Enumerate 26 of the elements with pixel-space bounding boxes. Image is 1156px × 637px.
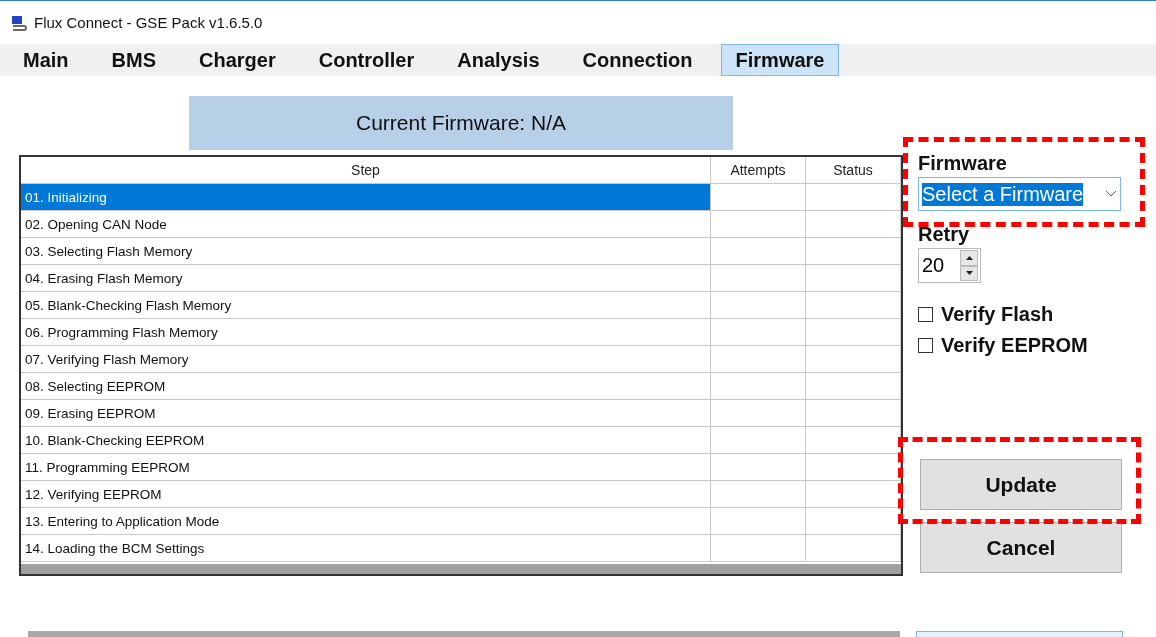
table-cell[interactable]: 01. Initializing — [21, 184, 711, 210]
tab[interactable]: BMS — [96, 44, 171, 76]
tab[interactable]: Analysis — [442, 44, 555, 76]
chevron-down-icon — [1105, 190, 1117, 198]
tab[interactable]: Controller — [303, 44, 430, 76]
action-button[interactable]: Cancel — [920, 522, 1122, 573]
column-header: Attempts — [711, 157, 806, 183]
retry-spinner[interactable]: 20 — [918, 248, 981, 283]
firmware-label: Firmware — [918, 152, 1008, 175]
scroll-bar[interactable] — [21, 564, 901, 574]
firmware-dropdown[interactable]: Select a Firmware — [918, 177, 1121, 211]
column-header: Step — [21, 157, 711, 183]
tab[interactable]: Firmware — [720, 44, 840, 76]
verify-checkbox[interactable]: Verify EEPROM — [918, 330, 1123, 361]
action-button[interactable]: Update — [920, 459, 1122, 510]
column-header: Status — [806, 157, 901, 183]
tab[interactable]: Main — [8, 44, 84, 76]
down-arrow-icon[interactable] — [965, 271, 973, 276]
app-icon — [10, 13, 28, 32]
up-arrow-icon[interactable] — [965, 255, 973, 260]
verify-checkbox[interactable]: Verify Flash — [918, 299, 1123, 330]
current-firmware-banner: Current Firmware: N/A — [189, 96, 733, 150]
tab[interactable]: Charger — [184, 44, 291, 76]
retry-label: Retry — [918, 223, 971, 246]
tab[interactable]: Connection — [567, 44, 708, 76]
window-title: Flux Connect - GSE Pack v1.6.5.0 — [34, 14, 263, 31]
